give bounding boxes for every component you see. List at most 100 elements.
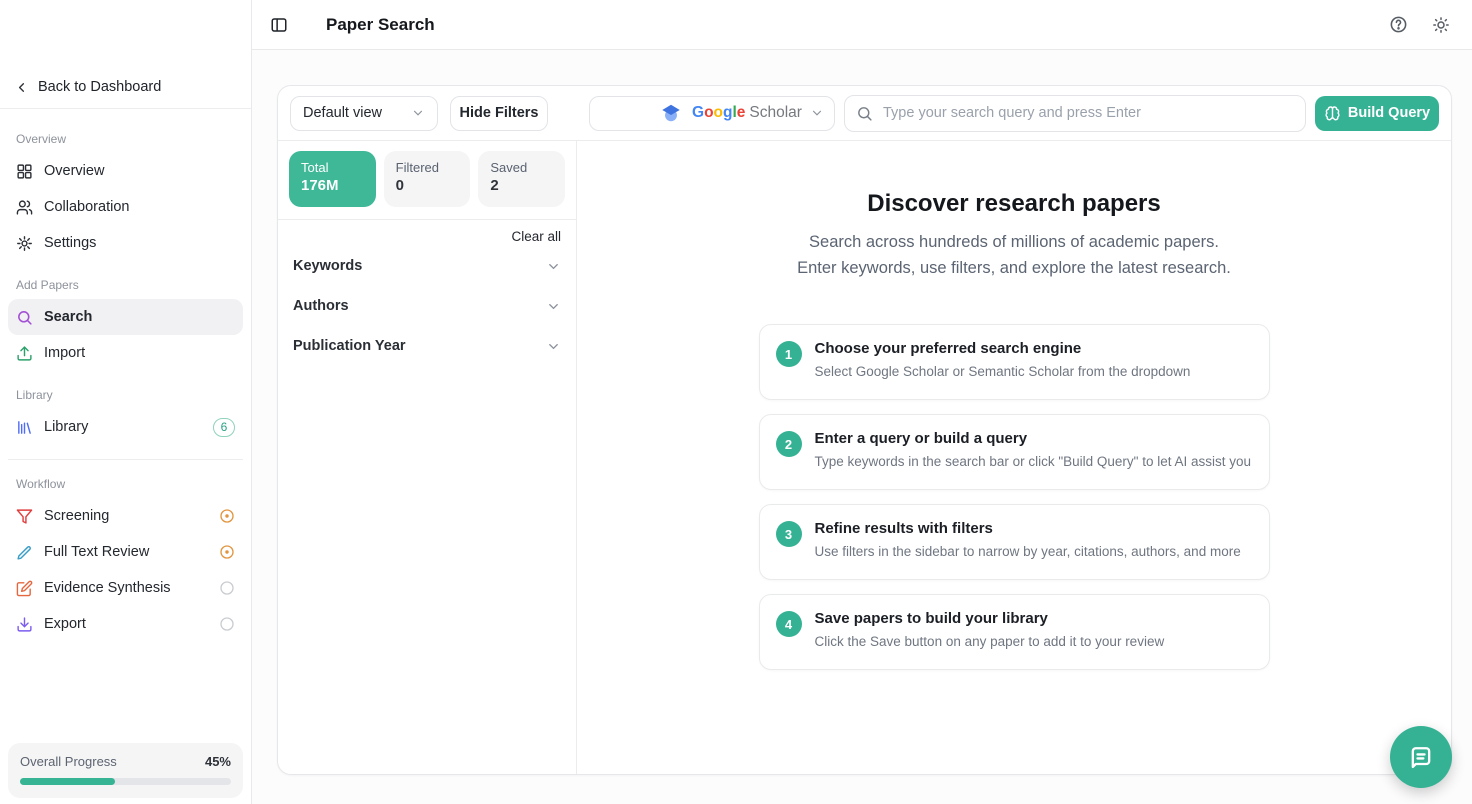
pen-icon bbox=[16, 544, 33, 561]
theme-toggle-button[interactable] bbox=[1432, 16, 1450, 34]
content-area: Default view Hide Filters GoogleScholar bbox=[252, 50, 1472, 804]
sidebar-item-label: Evidence Synthesis bbox=[44, 580, 171, 596]
sidebar-item-label: Screening bbox=[44, 508, 109, 524]
step-title: Save papers to build your library bbox=[815, 609, 1165, 629]
chevron-down-icon bbox=[546, 259, 561, 274]
sidebar-item-export[interactable]: Export bbox=[8, 606, 243, 642]
filter-group-label: Publication Year bbox=[293, 338, 406, 354]
step-title: Enter a query or build a query bbox=[815, 429, 1252, 449]
section-label-library: Library bbox=[16, 388, 235, 402]
progress-bar-fill bbox=[20, 778, 115, 785]
step-title: Refine results with filters bbox=[815, 519, 1241, 539]
filter-group-label: Keywords bbox=[293, 258, 362, 274]
step-card-1: 1 Choose your preferred search engine Se… bbox=[759, 324, 1270, 400]
panel-left-icon bbox=[270, 16, 288, 34]
sidebar-item-label: Search bbox=[44, 309, 92, 325]
step-description: Click the Save button on any paper to ad… bbox=[815, 634, 1165, 649]
build-query-label: Build Query bbox=[1348, 105, 1430, 121]
section-label-add-papers: Add Papers bbox=[16, 278, 235, 292]
filter-group-keywords[interactable]: Keywords bbox=[289, 246, 565, 286]
chevron-left-icon bbox=[14, 80, 29, 95]
library-count-badge: 6 bbox=[213, 418, 235, 437]
search-input[interactable] bbox=[844, 95, 1306, 132]
view-select[interactable]: Default view bbox=[290, 96, 438, 131]
hero-subtitle-line2: Enter keywords, use filters, and explore… bbox=[797, 259, 1231, 277]
step-card-2: 2 Enter a query or build a query Type ke… bbox=[759, 414, 1270, 490]
sun-icon bbox=[1432, 16, 1450, 34]
sidebar-item-label: Settings bbox=[44, 235, 96, 251]
help-button[interactable] bbox=[1389, 15, 1408, 34]
funnel-icon bbox=[16, 508, 33, 525]
search-icon bbox=[856, 105, 873, 122]
back-label: Back to Dashboard bbox=[38, 79, 161, 95]
grid-icon bbox=[16, 163, 33, 180]
help-icon bbox=[1389, 15, 1408, 34]
hide-filters-button[interactable]: Hide Filters bbox=[450, 96, 548, 131]
chat-bubble-icon bbox=[1407, 743, 1435, 771]
stat-tab-saved[interactable]: Saved 2 bbox=[478, 151, 565, 207]
page-title: Paper Search bbox=[326, 15, 435, 35]
stat-tab-filtered[interactable]: Filtered 0 bbox=[384, 151, 471, 207]
sidebar-header: Back to Dashboard bbox=[0, 0, 251, 109]
step-number-badge: 2 bbox=[776, 431, 802, 457]
build-query-button[interactable]: Build Query bbox=[1315, 96, 1439, 131]
sidebar-item-library[interactable]: Library 6 bbox=[8, 409, 243, 445]
status-pending-icon bbox=[219, 580, 235, 596]
step-card-3: 3 Refine results with filters Use filter… bbox=[759, 504, 1270, 580]
stat-tab-total[interactable]: Total 176M bbox=[289, 151, 376, 207]
sidebar-item-label: Export bbox=[44, 616, 86, 632]
search-engine-select[interactable]: GoogleScholar bbox=[589, 96, 835, 131]
chat-fab-button[interactable] bbox=[1390, 726, 1452, 788]
sidebar-item-search[interactable]: Search bbox=[8, 299, 243, 335]
chevron-down-icon bbox=[810, 106, 824, 120]
sidebar-item-screening[interactable]: Screening bbox=[8, 498, 243, 534]
chevron-down-icon bbox=[546, 299, 561, 314]
progress-bar bbox=[20, 778, 231, 785]
step-description: Type keywords in the search bar or click… bbox=[815, 454, 1252, 469]
step-card-4: 4 Save papers to build your library Clic… bbox=[759, 594, 1270, 670]
sidebar-item-evidence-synthesis[interactable]: Evidence Synthesis bbox=[8, 570, 243, 606]
stat-label: Total bbox=[301, 160, 364, 175]
sidebar-item-settings[interactable]: Settings bbox=[8, 225, 243, 261]
download-icon bbox=[16, 616, 33, 633]
edit-square-icon bbox=[16, 580, 33, 597]
upload-icon bbox=[16, 345, 33, 362]
clear-all-button[interactable]: Clear all bbox=[511, 229, 561, 244]
back-to-dashboard-button[interactable]: Back to Dashboard bbox=[14, 79, 161, 95]
sidebar-item-full-text-review[interactable]: Full Text Review bbox=[8, 534, 243, 570]
gear-icon bbox=[16, 235, 33, 252]
status-in-progress-icon bbox=[219, 508, 235, 524]
stat-value: 2 bbox=[490, 177, 553, 194]
filter-group-label: Authors bbox=[293, 298, 349, 314]
brain-icon bbox=[1324, 105, 1341, 122]
sidebar-item-label: Overview bbox=[44, 163, 104, 179]
sidebar-item-collaboration[interactable]: Collaboration bbox=[8, 189, 243, 225]
view-select-value: Default view bbox=[303, 105, 382, 121]
stat-value: 176M bbox=[301, 177, 364, 194]
hide-filters-label: Hide Filters bbox=[460, 105, 539, 121]
step-number-badge: 4 bbox=[776, 611, 802, 637]
step-description: Use filters in the sidebar to narrow by … bbox=[815, 544, 1241, 559]
step-description: Select Google Scholar or Semantic Schola… bbox=[815, 364, 1191, 379]
filters-panel: Total 176M Filtered 0 Saved 2 Clear all bbox=[278, 141, 577, 774]
sidebar-nav: Overview Overview Collaboration Settings… bbox=[0, 109, 251, 648]
onboarding-steps: 1 Choose your preferred search engine Se… bbox=[759, 324, 1270, 670]
search-toolbar: Default view Hide Filters GoogleScholar bbox=[278, 86, 1451, 140]
sidebar-divider bbox=[8, 459, 243, 460]
results-area: Discover research papers Search across h… bbox=[577, 141, 1451, 774]
sidebar-item-overview[interactable]: Overview bbox=[8, 153, 243, 189]
google-scholar-logo-icon bbox=[660, 102, 682, 124]
sidebar-item-label: Import bbox=[44, 345, 85, 361]
filter-group-authors[interactable]: Authors bbox=[289, 286, 565, 326]
search-icon bbox=[16, 309, 33, 326]
filter-group-publication-year[interactable]: Publication Year bbox=[289, 326, 565, 366]
sidebar-toggle-button[interactable] bbox=[270, 16, 288, 34]
sidebar-item-import[interactable]: Import bbox=[8, 335, 243, 371]
progress-value: 45% bbox=[205, 754, 231, 769]
sidebar-item-label: Full Text Review bbox=[44, 544, 149, 560]
overall-progress-box: Overall Progress 45% bbox=[8, 743, 243, 798]
step-title: Choose your preferred search engine bbox=[815, 339, 1191, 359]
stat-label: Saved bbox=[490, 160, 553, 175]
section-label-overview: Overview bbox=[16, 132, 235, 146]
hero-subtitle-line1: Search across hundreds of millions of ac… bbox=[809, 233, 1219, 251]
